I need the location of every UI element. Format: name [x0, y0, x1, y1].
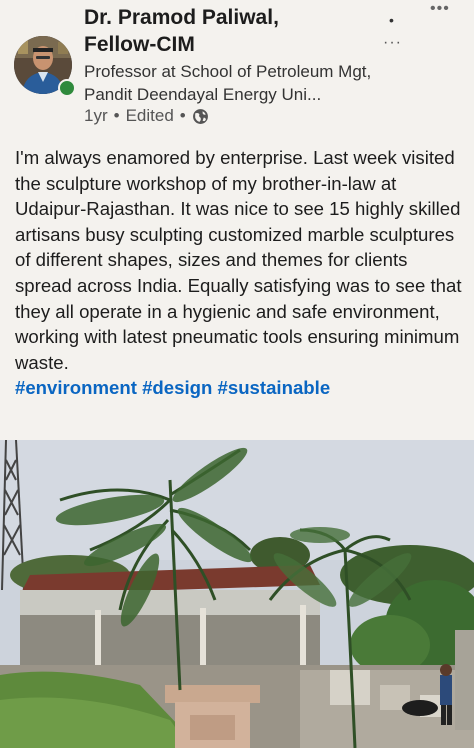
author-name-line1: Dr. Pramod Paliwal,	[84, 6, 279, 29]
post-image-photo	[0, 440, 474, 748]
edited-label: Edited	[125, 106, 174, 125]
post-header: Dr. Pramod Paliwal, Fellow-CIM • ••• ···…	[0, 0, 474, 140]
author-headline: Professor at School of Petroleum Mgt, Pa…	[84, 62, 372, 104]
author-name-line2: Fellow-CIM	[84, 33, 195, 56]
author-name[interactable]: Dr. Pramod Paliwal, Fellow-CIM	[84, 4, 384, 58]
meta-separator: •	[113, 106, 120, 125]
more-options-icon[interactable]: •••	[430, 0, 450, 18]
post-time: 1yr	[84, 106, 108, 125]
post-text: I'm always enamored by enterprise. Last …	[15, 147, 462, 373]
connection-degree-dot: •	[389, 12, 394, 28]
meta-separator-2: •	[179, 106, 186, 125]
post-menu-icon[interactable]: ···	[383, 34, 402, 52]
globe-icon	[192, 108, 208, 124]
online-status-indicator	[58, 79, 76, 97]
post-body: I'm always enamored by enterprise. Last …	[15, 145, 463, 401]
post-hashtags[interactable]: #environment #design #sustainable	[15, 377, 330, 398]
post-meta: 1yr • Edited •	[84, 106, 209, 126]
post-image[interactable]	[0, 440, 474, 748]
